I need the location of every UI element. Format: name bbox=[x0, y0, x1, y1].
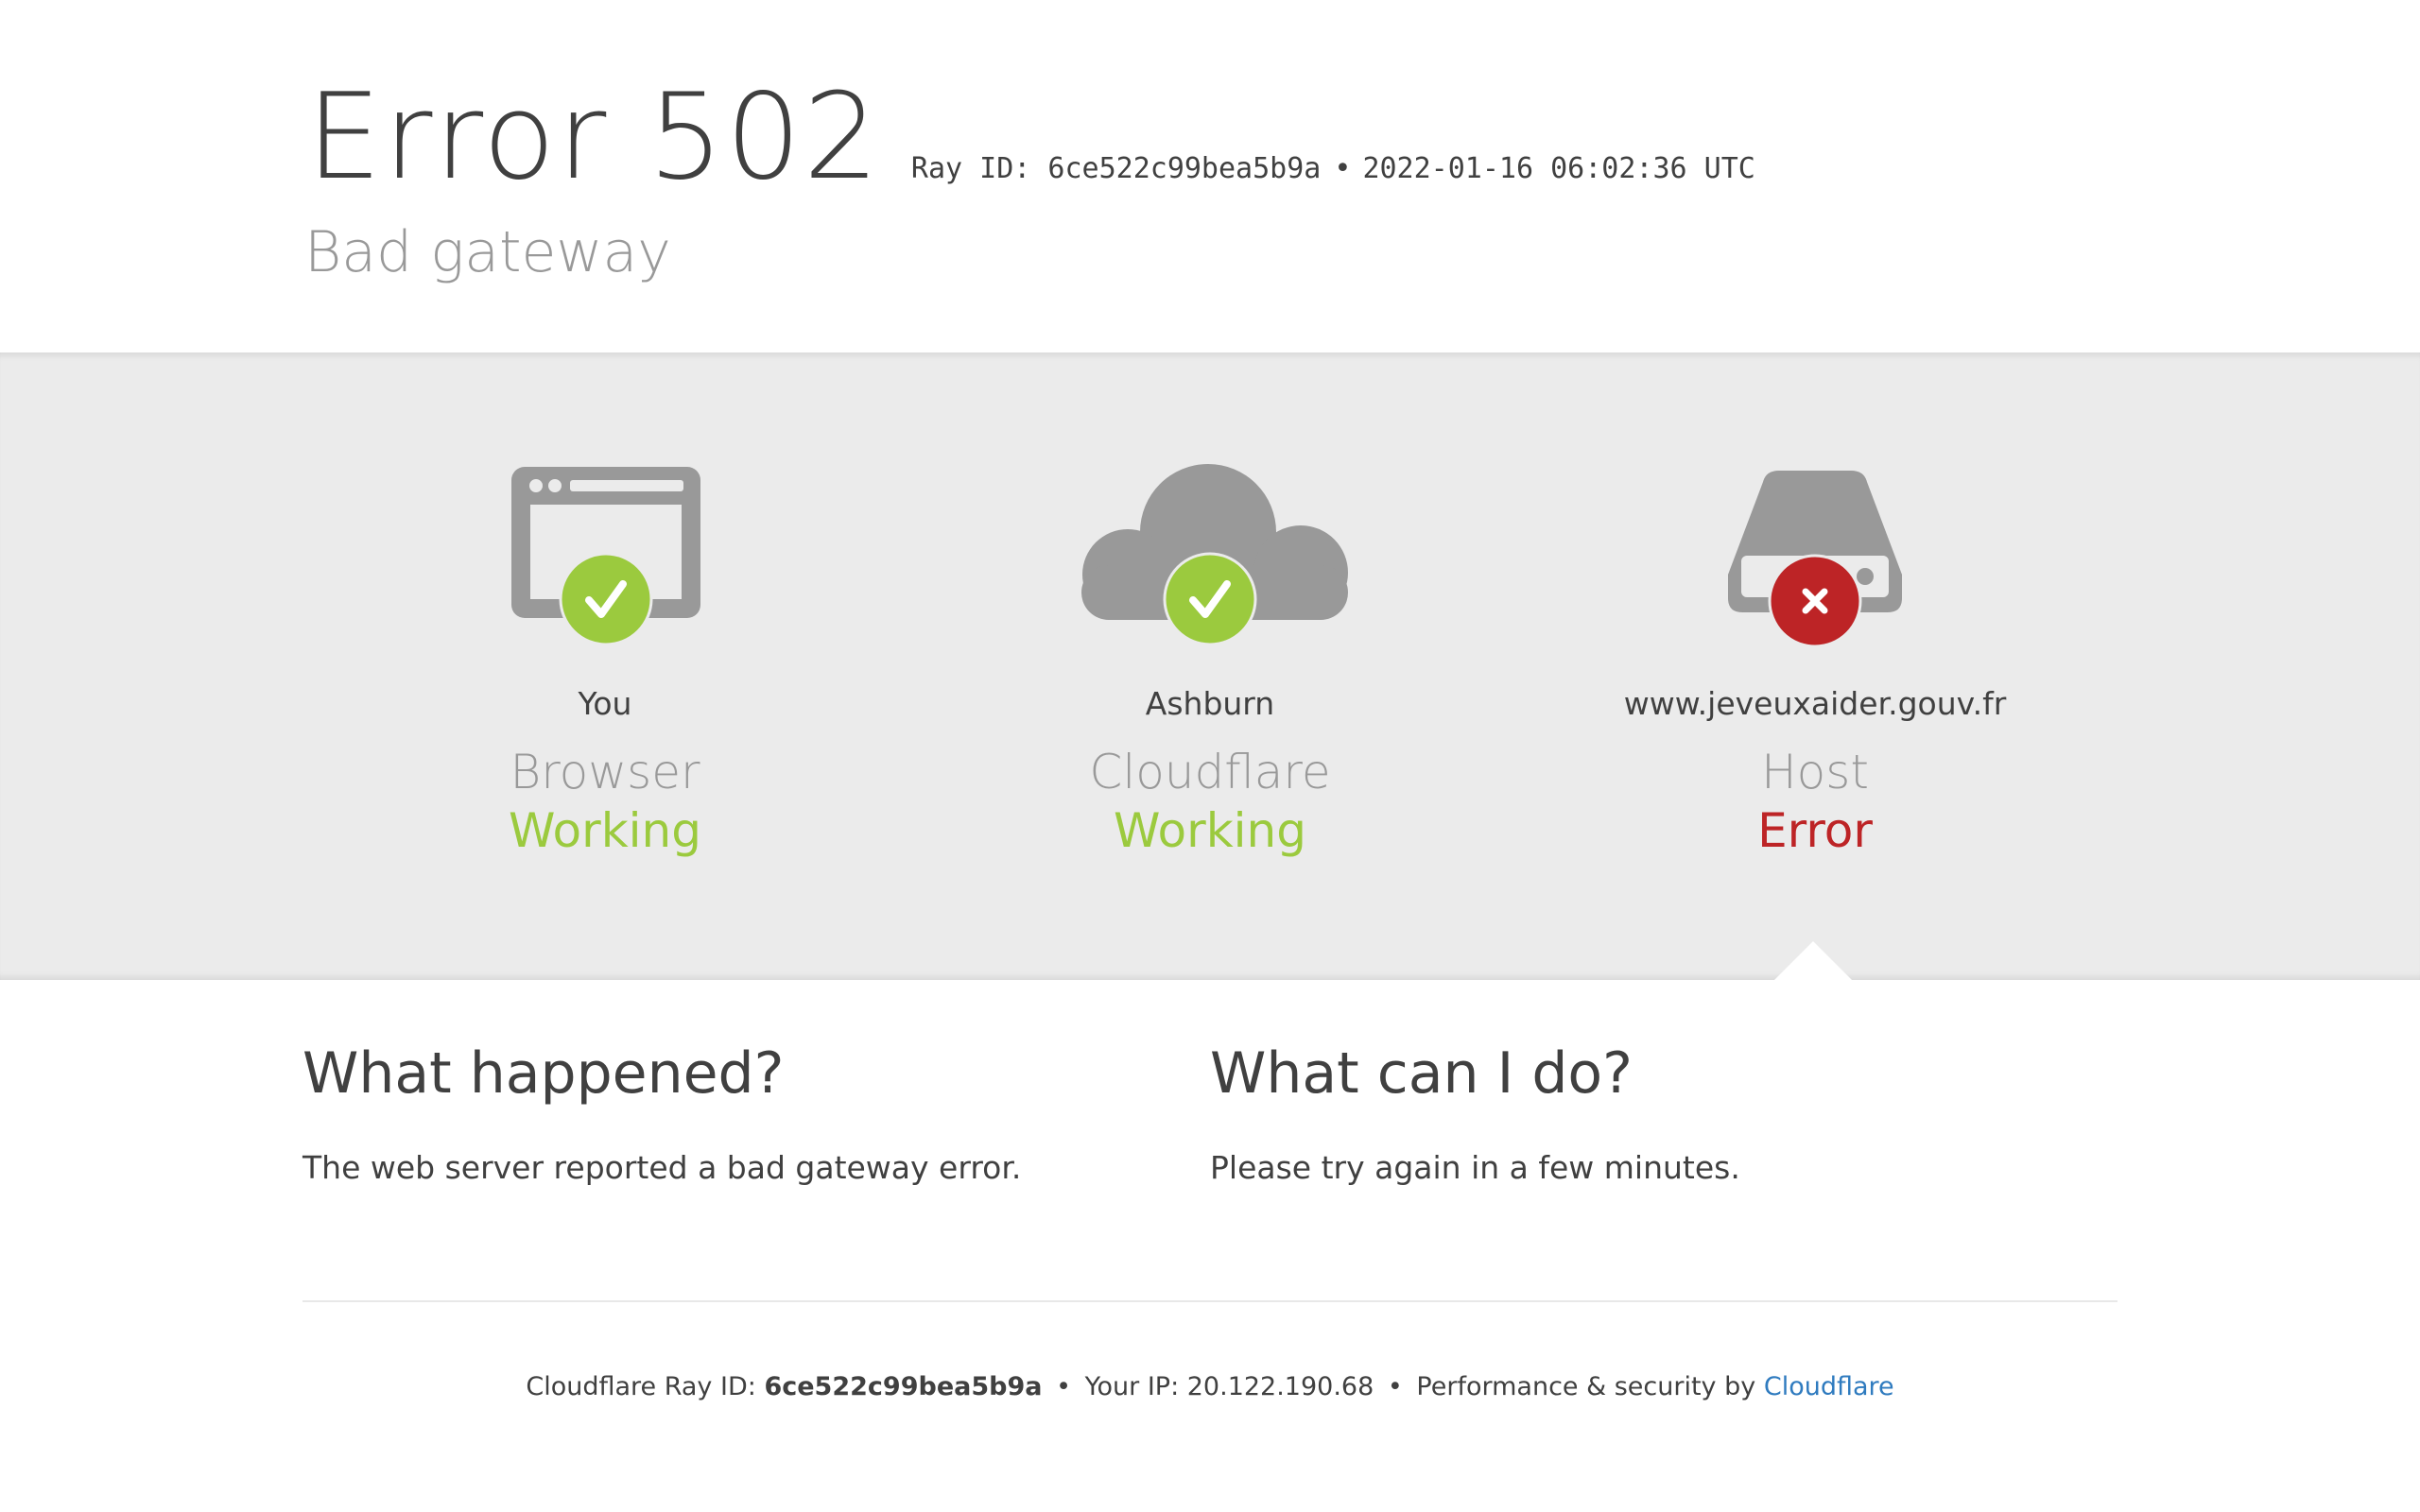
status-state: Error bbox=[1757, 803, 1873, 858]
what-happened-section: What happened? The web server reported a… bbox=[302, 1040, 1153, 1186]
status-band: You Browser Working Ashburn Cloudflare W… bbox=[0, 352, 2420, 980]
status-location: www.jeveuxaider.gouv.fr bbox=[1623, 685, 2007, 722]
ray-id: Ray ID: 6ce522c99bea5b9a bbox=[910, 152, 1322, 185]
status-state: Working bbox=[509, 803, 701, 858]
footer-divider bbox=[302, 1300, 2118, 1302]
timestamp: 2022-01-16 06:02:36 UTC bbox=[1362, 152, 1755, 185]
ray-info: Ray ID: 6ce522c99bea5b9a • 2022-01-16 06:0… bbox=[911, 152, 1755, 185]
check-icon bbox=[559, 552, 653, 646]
what-happened-heading: What happened? bbox=[302, 1040, 785, 1107]
browser-status-icon bbox=[302, 461, 908, 660]
status-role: Cloudflare bbox=[1089, 745, 1331, 799]
footer-separator: • bbox=[1056, 1372, 1072, 1401]
header: Error 502 Ray ID: 6ce522c99bea5b9a • 2022-… bbox=[0, 0, 2420, 352]
error-pointer-notch bbox=[1774, 941, 1852, 980]
status-role: Browser bbox=[510, 745, 700, 799]
status-role: Host bbox=[1761, 745, 1869, 799]
separator: • bbox=[1334, 152, 1352, 185]
footer-separator: • bbox=[1387, 1372, 1403, 1401]
what-can-i-do-section: What can I do? Please try again in a few… bbox=[1210, 1040, 2061, 1186]
footer-perf-text: Performance & security by bbox=[1416, 1372, 1756, 1401]
what-can-i-do-heading: What can I do? bbox=[1210, 1040, 1633, 1107]
title-row: Error 502 Ray ID: 6ce522c99bea5b9a • 2022-… bbox=[306, 77, 1755, 197]
what-happened-text: The web server reported a bad gateway er… bbox=[302, 1149, 1022, 1186]
footer: Cloudflare Ray ID: 6ce522c99bea5b9a • Yo… bbox=[0, 1372, 2420, 1401]
status-state: Working bbox=[1114, 803, 1306, 858]
cloudflare-status-icon bbox=[908, 461, 1512, 660]
host-status-icon bbox=[1512, 461, 2118, 660]
error-subtitle: Bad gateway bbox=[304, 219, 671, 285]
cloudflare-link[interactable]: Cloudflare bbox=[1764, 1372, 1894, 1401]
status-location: You bbox=[578, 685, 632, 722]
error-x-icon bbox=[1768, 554, 1862, 648]
check-icon bbox=[1163, 552, 1257, 646]
error-title: Error 502 bbox=[306, 67, 881, 206]
status-location: Ashburn bbox=[1145, 685, 1275, 722]
footer-ray-id: 6ce522c99bea5b9a bbox=[764, 1372, 1043, 1401]
what-can-i-do-text: Please try again in a few minutes. bbox=[1210, 1149, 1740, 1186]
footer-ip: Your IP: 20.122.190.68 bbox=[1084, 1372, 1374, 1401]
footer-ray-label: Cloudflare Ray ID: bbox=[526, 1372, 756, 1401]
